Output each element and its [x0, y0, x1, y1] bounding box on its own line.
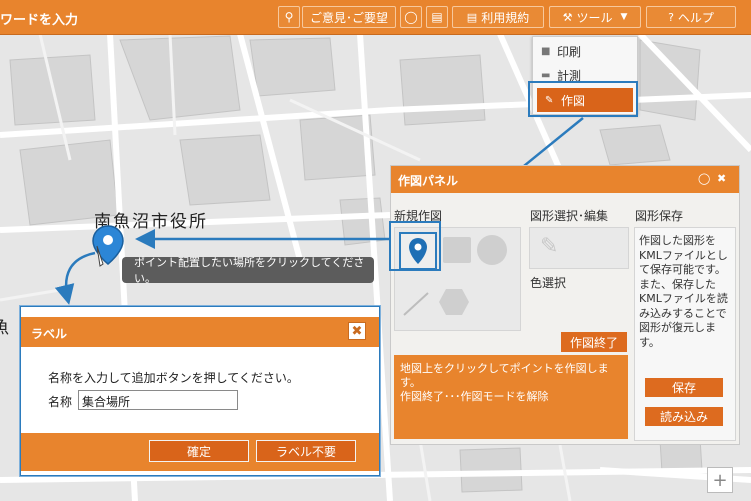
draw-message-line1: 地図上をクリックしてポイントを作図します。	[400, 362, 609, 389]
zoom-in-button[interactable]: +	[707, 467, 733, 493]
draw-panel-header: 作図パネル ◯ ✖	[391, 166, 739, 193]
load-label: 読み込み	[659, 410, 708, 424]
lightbulb-icon[interactable]: ◯	[698, 172, 710, 185]
draw-message: 地図上をクリックしてポイントを作図します。 作図終了･･･作図モードを解除	[394, 355, 628, 439]
close-icon[interactable]: ✖	[717, 172, 726, 185]
close-button[interactable]: ✖	[348, 322, 366, 340]
polygon-tool-icon[interactable]	[437, 286, 471, 318]
label-instruction: 名称を入力して追加ボタンを押してください。	[48, 371, 299, 385]
label-dialog: ラベル ✖ 名称を入力して追加ボタンを押してください。 名称 集合場所 確定 ラ…	[20, 306, 380, 476]
close-icon: ✖	[351, 323, 363, 339]
pencil-icon: ✎	[540, 234, 559, 259]
color-select-label: 色選択	[530, 276, 567, 290]
plus-icon: +	[712, 469, 728, 491]
confirm-label: 確定	[186, 444, 211, 459]
name-field-value: 集合場所	[82, 395, 131, 409]
label-dialog-header: ラベル ✖	[21, 317, 379, 347]
line-tool-icon[interactable]	[401, 288, 431, 318]
save-button[interactable]: 保存	[645, 378, 723, 397]
rectangle-tool-icon[interactable]	[443, 237, 471, 263]
load-button[interactable]: 読み込み	[645, 407, 723, 426]
name-field-label: 名称	[48, 395, 73, 409]
save-section: 作図した図形をKMLファイルとして保存可能です。また、保存したKMLファイルを読…	[634, 227, 736, 441]
confirm-button[interactable]: 確定	[149, 440, 249, 462]
no-label-label: ラベル不要	[275, 444, 336, 459]
highlight-point-tool	[389, 221, 441, 271]
select-edit-tool[interactable]: ✎	[529, 227, 629, 269]
label-dialog-footer: 確定 ラベル不要	[21, 433, 379, 471]
save-section-label: 図形保存	[635, 209, 684, 223]
draw-message-line2: 作図終了･･･作図モードを解除	[400, 390, 549, 403]
no-label-button[interactable]: ラベル不要	[256, 440, 356, 462]
save-description: 作図した図形をKMLファイルとして保存可能です。また、保存したKMLファイルを読…	[639, 234, 728, 349]
circle-tool-icon[interactable]	[477, 235, 507, 265]
end-drawing-button[interactable]: 作図終了	[561, 332, 627, 352]
name-field[interactable]: 集合場所	[78, 390, 238, 410]
select-edit-label: 図形選択･編集	[530, 209, 609, 223]
draw-panel: 作図パネル ◯ ✖ 新規作図 図形選択･編集 図形保存 ✎ 色選択 作図終了 地…	[390, 165, 740, 445]
label-dialog-title: ラベル	[31, 327, 68, 341]
end-drawing-label: 作図終了	[569, 335, 618, 350]
save-label: 保存	[671, 381, 696, 395]
draw-panel-title: 作図パネル	[398, 174, 459, 188]
